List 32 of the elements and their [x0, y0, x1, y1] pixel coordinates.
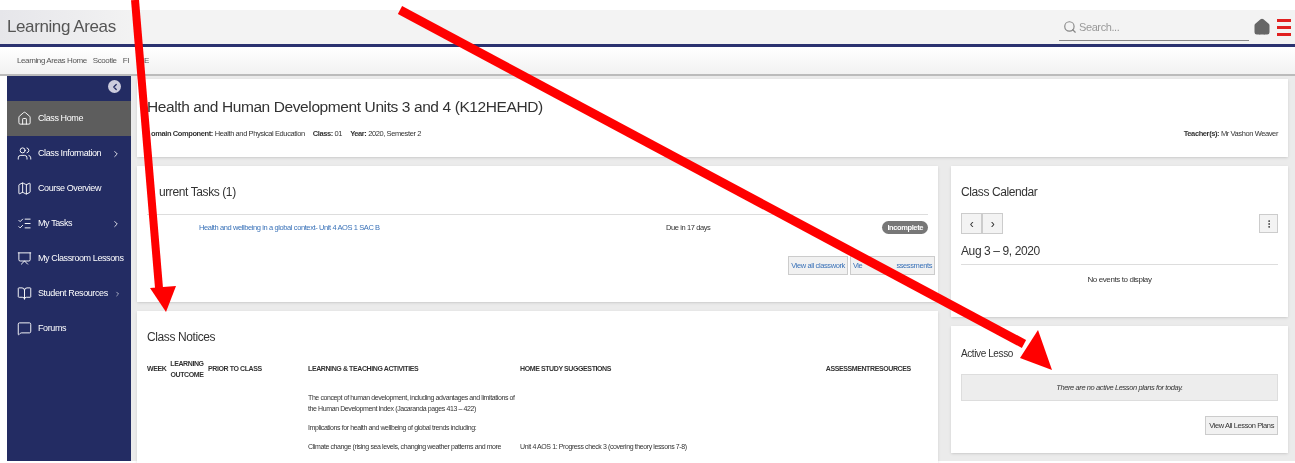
sidebar-icon — [17, 146, 32, 161]
breadcrumb-link[interactable]: Scootle — [92, 54, 117, 67]
empty-message: No events to display — [1086, 274, 1153, 286]
collapse-button[interactable] — [108, 80, 121, 93]
sidebar-icon — [17, 321, 32, 336]
card-title: Class Notices — [147, 329, 216, 346]
card-title: urrent Tasks (1) — [158, 184, 236, 201]
menu-icon[interactable] — [1277, 18, 1291, 36]
sidebar-item[interactable]: My Classroom Lessons — [7, 241, 131, 276]
sidebar-item[interactable]: Student Resources — [7, 276, 131, 311]
search-field[interactable]: Search... — [1059, 14, 1249, 41]
date-range: Aug 3 – 9, 2020 — [961, 242, 1278, 265]
more-button[interactable] — [1259, 214, 1278, 233]
sidebar-item[interactable]: Class Information — [7, 136, 131, 171]
sidebar-icon — [17, 111, 32, 126]
sidebar-icon — [17, 251, 32, 266]
breadcrumb-link[interactable]: FI E — [122, 54, 149, 67]
home-icon[interactable] — [1253, 18, 1271, 36]
sidebar-icon — [17, 216, 32, 231]
card-title: Class Calendar — [961, 184, 1039, 201]
breadcrumb-link[interactable]: Learning Areas Home — [17, 54, 87, 67]
sidebar-icon — [17, 286, 32, 301]
card-title: Active Lesso — [961, 347, 1013, 361]
next-button[interactable]: › — [982, 213, 1003, 234]
previous-button[interactable]: ‹ — [961, 213, 982, 234]
sidebar-icon — [17, 181, 32, 196]
sidebar-item[interactable]: Class Home — [7, 101, 131, 136]
sidebar-item[interactable]: Forums — [7, 311, 131, 346]
search-icon — [1063, 20, 1077, 34]
sidebar-item[interactable]: Course Overview — [7, 171, 131, 206]
sidebar-item[interactable]: My Tasks — [7, 206, 131, 241]
course-title: Health and Human Development Units 3 and 4 (K12HEAHD) — [147, 97, 543, 117]
